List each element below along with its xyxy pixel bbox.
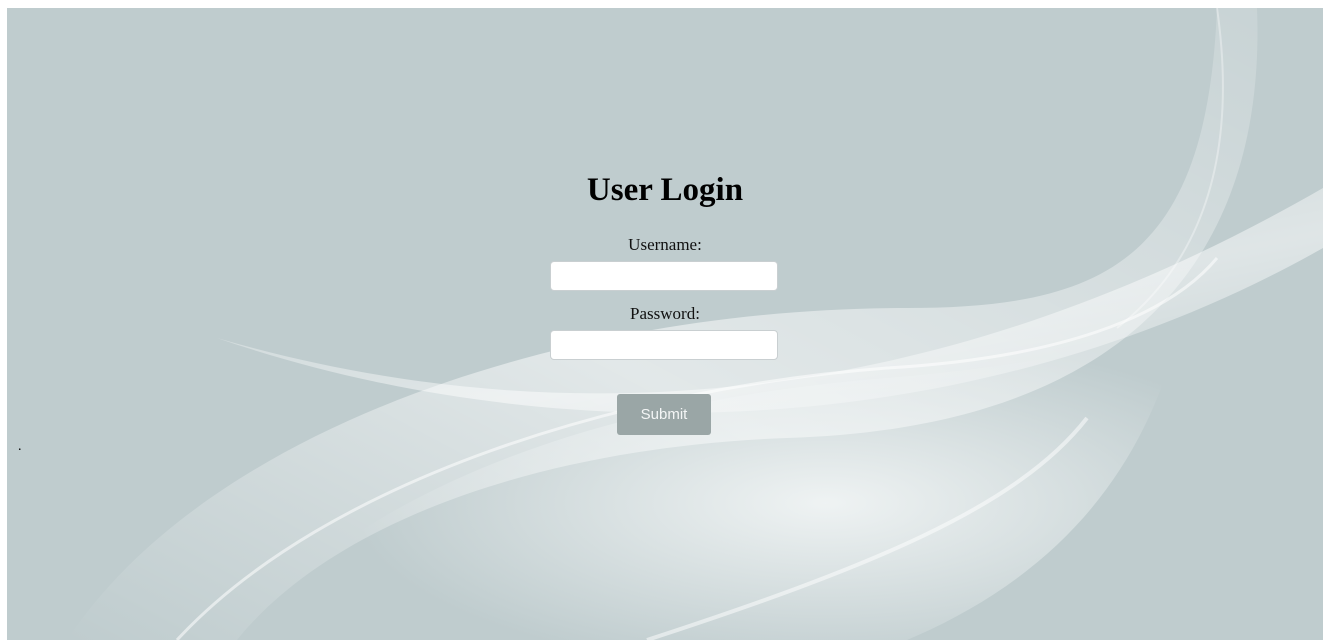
login-page: User Login Username: Password: Submit . [7, 8, 1323, 640]
page-title: User Login [586, 172, 744, 208]
password-label: Password: [630, 304, 700, 323]
submit-button[interactable]: Submit [617, 394, 711, 435]
login-form: User Login Username: Password: Submit [7, 8, 1323, 640]
password-input[interactable] [550, 330, 778, 360]
username-label: Username: [628, 235, 702, 254]
stray-text: . [18, 439, 22, 454]
username-input[interactable] [550, 261, 778, 291]
